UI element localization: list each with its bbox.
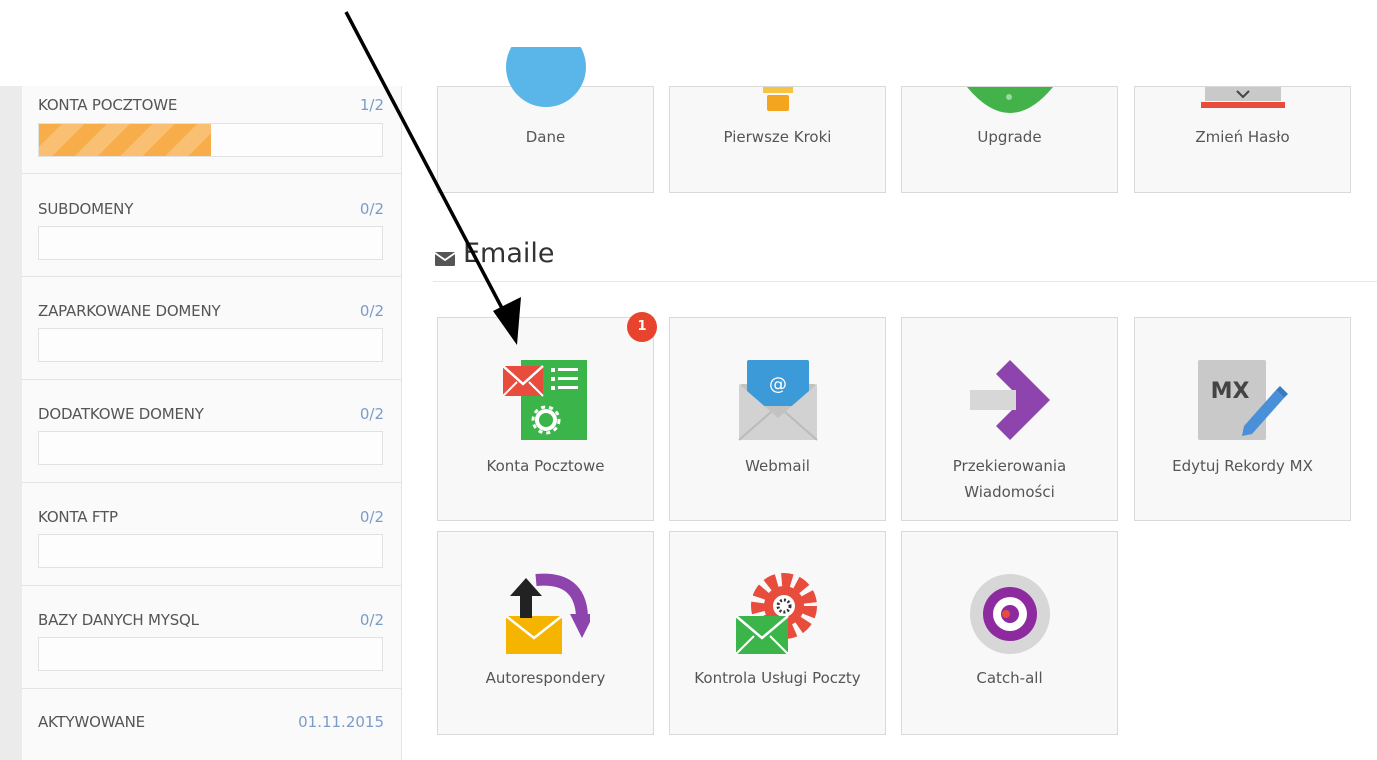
sidebar-stats: KONTA POCZTOWE 1/2 SUBDOMENY 0/2 ZAPARKO… [22, 86, 402, 760]
tile-label: Przekierowania [952, 457, 1067, 475]
stat-label: KONTA POCZTOWE [38, 96, 178, 114]
stat-label: SUBDOMENY [38, 200, 134, 218]
tile-edytuj-rekordy-mx[interactable]: MX Edytuj Rekordy MX [1134, 317, 1351, 521]
stat-value: 0/2 [359, 302, 384, 320]
upgrade-icon [966, 87, 1053, 113]
svg-text:@: @ [769, 374, 787, 395]
stat-ftp-accounts: KONTA FTP 0/2 [22, 483, 402, 586]
tile-label: Pierwsze Kroki [723, 128, 832, 146]
stat-progress-bar [38, 431, 383, 465]
stat-value: 0/2 [359, 611, 384, 629]
mx-icon-text: MX [1210, 379, 1249, 404]
user-info-icon [505, 47, 586, 107]
stat-label: KONTA FTP [38, 508, 118, 526]
tile-przekierowania[interactable]: Przekierowania Wiadomości [901, 317, 1118, 521]
tile-label: Dane [525, 128, 566, 146]
stat-value: 0/2 [359, 405, 384, 423]
stat-value: 0/2 [359, 508, 384, 526]
tile-autorespondery[interactable]: Autorespondery [437, 531, 654, 735]
stat-label: ZAPARKOWANE DOMENY [38, 302, 221, 320]
tile-label-line2: Wiadomości [964, 483, 1055, 501]
tile-label: Webmail [745, 457, 810, 475]
section-header-emaile: Emaile [433, 238, 1377, 282]
stat-activated: AKTYWOWANE 01.11.2015 [22, 689, 402, 760]
lightbulb-icon [762, 87, 793, 111]
tile-upgrade[interactable]: Upgrade [901, 86, 1118, 193]
mail-service-control-icon [734, 573, 817, 655]
section-title: Emaile [463, 238, 555, 269]
stat-progress-bar [38, 123, 383, 157]
notification-badge: 1 [627, 312, 657, 342]
sidebar-edge [0, 86, 22, 760]
email-accounts-icon [502, 360, 587, 440]
tile-zmien-haslo[interactable]: Zmień Hasło [1134, 86, 1351, 193]
forwarders-icon [969, 360, 1050, 440]
stat-value: 1/2 [359, 96, 384, 114]
stat-label: BAZY DANYCH MYSQL [38, 611, 199, 629]
tile-catch-all[interactable]: Catch-all [901, 531, 1118, 735]
tile-label: Upgrade [977, 128, 1042, 146]
password-icon [1200, 87, 1285, 108]
tile-dane[interactable]: Dane [437, 47, 654, 193]
stat-parked-domains: ZAPARKOWANE DOMENY 0/2 [22, 277, 402, 380]
catch-all-icon [969, 574, 1050, 654]
tile-label: Kontrola Usługi Poczty [694, 669, 861, 687]
activated-date: 01.11.2015 [298, 713, 384, 731]
tile-label: Edytuj Rekordy MX [1172, 457, 1313, 475]
stat-progress-bar [38, 328, 383, 362]
tile-kontrola-uslugi-poczty[interactable]: Kontrola Usługi Poczty [669, 531, 886, 735]
stat-progress-bar [38, 637, 383, 671]
stat-progress-bar [38, 226, 383, 260]
stat-value: 0/2 [359, 200, 384, 218]
stat-label: DODATKOWE DOMENY [38, 405, 204, 423]
stat-addon-domains: DODATKOWE DOMENY 0/2 [22, 380, 402, 483]
stat-mysql-databases: BAZY DANYCH MYSQL 0/2 [22, 586, 402, 689]
envelope-icon [435, 252, 455, 266]
tile-pierwsze-kroki[interactable]: Pierwsze Kroki [669, 86, 886, 193]
tile-webmail[interactable]: @ Webmail [669, 317, 886, 521]
webmail-icon: @ [737, 360, 818, 441]
autoresponder-icon [504, 573, 590, 654]
activated-label: AKTYWOWANE [38, 713, 145, 731]
mx-records-icon: MX [1197, 360, 1288, 440]
tile-konta-pocztowe[interactable]: Konta Pocztowe [437, 317, 654, 521]
tile-label: Konta Pocztowe [486, 457, 605, 475]
tile-label: Autorespondery [485, 669, 606, 687]
stat-email-accounts: KONTA POCZTOWE 1/2 [22, 86, 402, 174]
stat-progress-bar [38, 534, 383, 568]
tile-label: Catch-all [976, 669, 1043, 687]
stat-progress-fill [39, 124, 211, 156]
stat-subdomains: SUBDOMENY 0/2 [22, 174, 402, 277]
tile-label: Zmień Hasło [1195, 128, 1290, 146]
